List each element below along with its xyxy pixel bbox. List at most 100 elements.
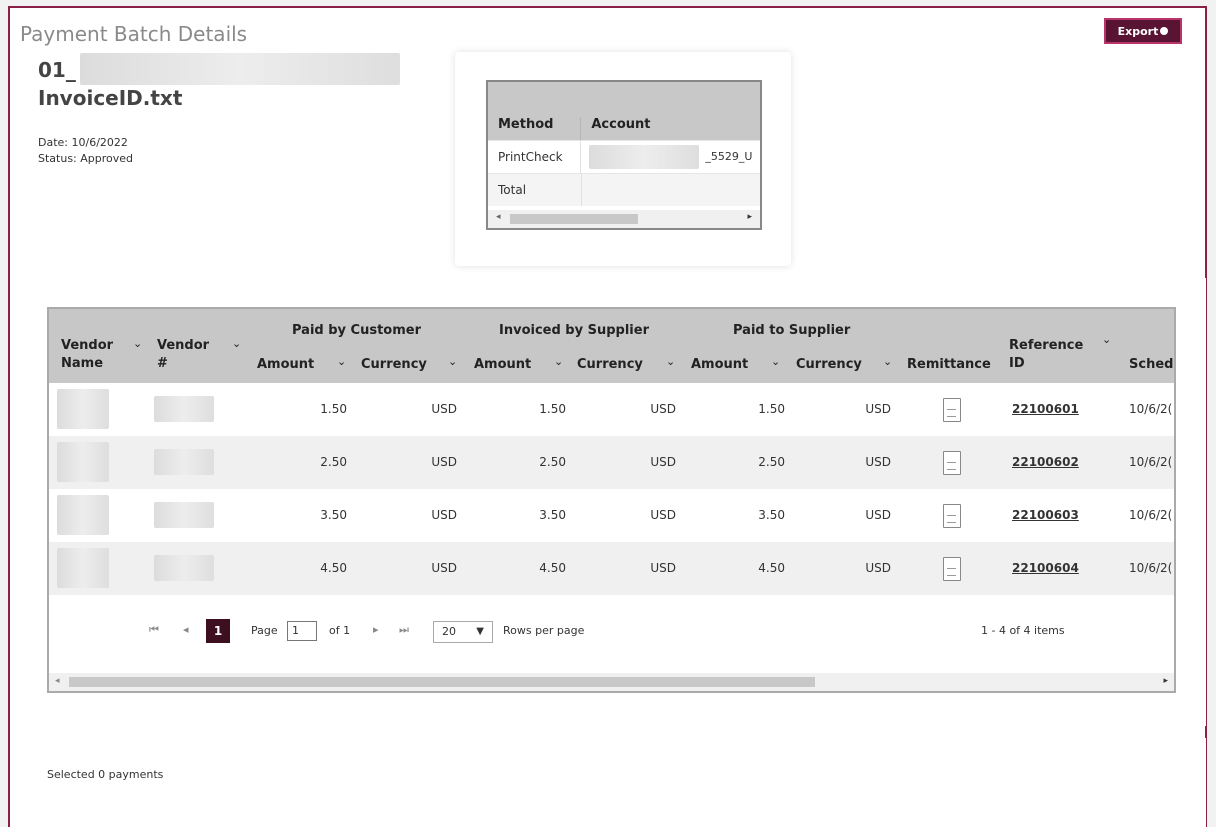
invoiced-currency: USD xyxy=(650,402,676,416)
table-row[interactable]: 4.50 USD 4.50 USD 4.50 USD 22100604 10/6… xyxy=(49,542,1174,595)
file-name-suffix: InvoiceID.txt xyxy=(38,86,183,110)
vendor-name-redacted xyxy=(57,389,109,429)
chevron-down-icon[interactable]: ⌄ xyxy=(666,355,675,368)
batch-status: Status: Approved xyxy=(38,152,134,165)
scroll-right-icon[interactable]: ▸ xyxy=(1163,676,1168,686)
grid-header: Vendor Name ⌄ Vendor # ⌄ Paid by Custome… xyxy=(49,309,1174,383)
invoiced-currency: USD xyxy=(650,455,676,469)
rows-per-page-select[interactable]: 20 ▼ xyxy=(433,621,493,643)
summary-scrollbar[interactable]: ◂ ▸ xyxy=(488,210,760,228)
reference-link[interactable]: 22100603 xyxy=(1012,489,1079,542)
reference-link[interactable]: 22100602 xyxy=(1012,436,1079,489)
vendor-number-redacted xyxy=(154,449,214,475)
table-row[interactable]: 1.50 USD 1.50 USD 1.50 USD 22100601 10/6… xyxy=(49,383,1174,436)
supplier-amount: 4.50 xyxy=(758,561,785,575)
summary-header: Method Account xyxy=(488,82,760,140)
invoiced-currency: USD xyxy=(650,508,676,522)
vendor-name-redacted xyxy=(57,442,109,482)
paid-currency: USD xyxy=(431,508,457,522)
paid-amount: 1.50 xyxy=(320,402,347,416)
vendor-number-redacted xyxy=(154,396,214,422)
col-currency[interactable]: Currency xyxy=(361,357,427,372)
items-summary: 1 - 4 of 4 items xyxy=(981,624,1065,637)
rows-per-page-label: Rows per page xyxy=(503,624,585,637)
group-paid-to-supplier: Paid to Supplier xyxy=(733,323,851,338)
chevron-down-icon[interactable]: ⌄ xyxy=(337,355,346,368)
invoiced-amount: 2.50 xyxy=(539,455,566,469)
chevron-down-icon[interactable]: ⌄ xyxy=(883,355,892,368)
paid-amount: 2.50 xyxy=(320,455,347,469)
rows-per-page-value: 20 xyxy=(442,625,456,638)
selection-section xyxy=(17,738,1206,827)
chevron-down-icon[interactable]: ⌄ xyxy=(232,337,241,350)
invoiced-currency: USD xyxy=(650,561,676,575)
invoiced-amount: 3.50 xyxy=(539,508,566,522)
chevron-down-icon[interactable]: ⌄ xyxy=(1102,333,1111,346)
grid-horizontal-scrollbar[interactable]: ◂ ▸ xyxy=(49,673,1174,691)
summary-total-row: Total xyxy=(488,173,760,206)
table-row[interactable]: 3.50 USD 3.50 USD 3.50 USD 22100603 10/6… xyxy=(49,489,1174,542)
col-currency[interactable]: Currency xyxy=(577,357,643,372)
invoiced-amount: 1.50 xyxy=(539,402,566,416)
current-page-button[interactable]: 1 xyxy=(206,619,230,643)
supplier-currency: USD xyxy=(865,402,891,416)
group-invoiced-by-supplier: Invoiced by Supplier xyxy=(499,323,649,338)
col-vendor-name[interactable]: Vendor Name xyxy=(61,337,121,373)
supplier-currency: USD xyxy=(865,455,891,469)
vendor-name-redacted xyxy=(57,495,109,535)
page-label: Page xyxy=(251,624,278,637)
selected-payments-count: Selected 0 payments xyxy=(47,768,164,781)
chevron-down-icon[interactable]: ⌄ xyxy=(554,355,563,368)
reference-link[interactable]: 22100601 xyxy=(1012,383,1079,436)
scheduled-date: 10/6/2( xyxy=(1129,561,1173,575)
vendor-number-redacted xyxy=(154,502,214,528)
summary-account: _5529_U xyxy=(581,141,760,173)
prev-page-icon[interactable]: ◂ xyxy=(183,623,189,636)
reference-link[interactable]: 22100604 xyxy=(1012,542,1079,595)
document-icon[interactable] xyxy=(943,451,961,475)
summary-row: PrintCheck _5529_U xyxy=(488,140,760,173)
document-icon[interactable] xyxy=(943,557,961,581)
col-amount[interactable]: Amount xyxy=(257,357,314,372)
col-amount[interactable]: Amount xyxy=(691,357,748,372)
supplier-currency: USD xyxy=(865,561,891,575)
scheduled-date: 10/6/2( xyxy=(1129,455,1173,469)
summary-card: Method Account PrintCheck _5529_U Total … xyxy=(455,52,791,266)
document-icon[interactable] xyxy=(943,504,961,528)
summary-method: PrintCheck xyxy=(488,141,582,173)
summary-scroll-thumb[interactable] xyxy=(510,214,638,224)
page-input[interactable]: 1 xyxy=(287,621,317,641)
col-vendor-number[interactable]: Vendor # xyxy=(157,337,217,373)
col-remittance: Remittance xyxy=(907,357,991,372)
first-page-icon[interactable]: ⏮ xyxy=(149,623,159,637)
payments-grid: Vendor Name ⌄ Vendor # ⌄ Paid by Custome… xyxy=(47,307,1176,693)
dropdown-caret-icon: ▼ xyxy=(476,626,484,637)
chevron-down-icon[interactable]: ⌄ xyxy=(448,355,457,368)
page-title: Payment Batch Details xyxy=(20,22,248,46)
account-suffix: _5529_U xyxy=(705,150,753,163)
scroll-left-icon[interactable]: ◂ xyxy=(55,676,60,686)
scroll-left-icon[interactable]: ◂ xyxy=(496,212,501,222)
chevron-down-icon[interactable]: ⌄ xyxy=(133,337,142,350)
page-of-label: of 1 xyxy=(329,624,351,637)
paid-amount: 3.50 xyxy=(320,508,347,522)
next-page-icon[interactable]: ▸ xyxy=(373,623,379,636)
vendor-number-redacted xyxy=(154,555,214,581)
summary-col-method: Method xyxy=(488,117,582,140)
paid-amount: 4.50 xyxy=(320,561,347,575)
col-scheduled[interactable]: Sched xyxy=(1129,357,1173,372)
supplier-amount: 2.50 xyxy=(758,455,785,469)
document-icon[interactable] xyxy=(943,398,961,422)
col-reference-id[interactable]: Reference ID xyxy=(1009,337,1089,373)
col-amount[interactable]: Amount xyxy=(474,357,531,372)
group-paid-by-customer: Paid by Customer xyxy=(292,323,421,338)
scroll-right-icon[interactable]: ▸ xyxy=(747,212,752,222)
export-button[interactable]: Export xyxy=(1104,18,1182,44)
summary-table: Method Account PrintCheck _5529_U Total … xyxy=(486,80,762,230)
chevron-down-icon[interactable]: ⌄ xyxy=(771,355,780,368)
grid-scroll-thumb[interactable] xyxy=(69,677,815,687)
file-name-redacted xyxy=(80,53,400,85)
col-currency[interactable]: Currency xyxy=(796,357,862,372)
table-row[interactable]: 2.50 USD 2.50 USD 2.50 USD 22100602 10/6… xyxy=(49,436,1174,489)
last-page-icon[interactable]: ⏭ xyxy=(399,623,409,637)
